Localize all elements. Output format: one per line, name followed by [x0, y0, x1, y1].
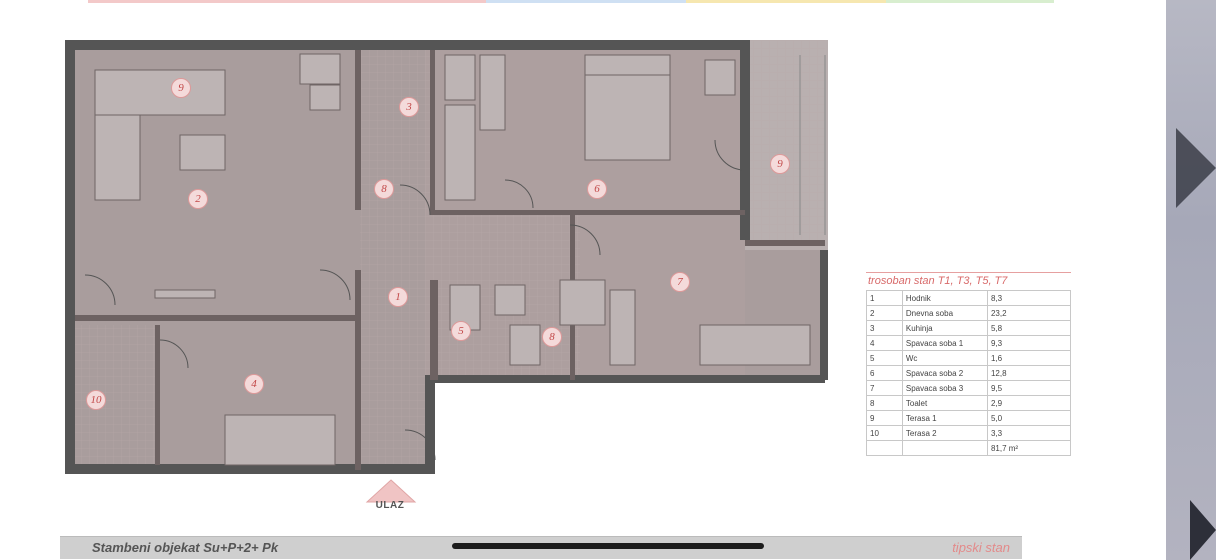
room-area: 8,3	[986, 290, 1072, 306]
room-no: 5	[866, 350, 903, 366]
room-marker-7-bedroom-3: 7	[670, 272, 690, 292]
room-area: 9,3	[986, 335, 1072, 351]
room-legend: trosoban stan T1, T3, T5, T7 1 Hodnik 8,3 …	[866, 272, 1072, 456]
table-row: 10 Terasa 2 3,3	[866, 425, 1072, 441]
room-no: 3	[866, 320, 903, 336]
room-marker-3-kitchen: 3	[399, 97, 419, 117]
table-row: 3 Kuhinja 5,8	[866, 320, 1072, 336]
table-row: 6 Spavaca soba 2 12,8	[866, 365, 1072, 381]
top-color-strip	[88, 0, 1054, 3]
room-marker-2-living-room: 2	[188, 189, 208, 209]
room-marker-9-terrace-2: 9	[770, 154, 790, 174]
entrance-label: ULAZ	[375, 500, 405, 511]
room-area: 3,3	[986, 425, 1072, 441]
room-area: 9,5	[986, 380, 1072, 396]
room-name: Dnevna soba	[901, 305, 988, 321]
room-name: Kuhinja	[901, 320, 988, 336]
table-row: 1 Hodnik 8,3	[866, 290, 1072, 306]
total-row: 81,7 m²	[866, 440, 1072, 456]
room-area: 1,6	[986, 350, 1072, 366]
room-marker-5-wc: 5	[451, 321, 471, 341]
table-row: 2 Dnevna soba 23,2	[866, 305, 1072, 321]
room-area: 2,9	[986, 395, 1072, 411]
room-no: 4	[866, 335, 903, 351]
table-row: 4 Spavaca soba 1 9,3	[866, 335, 1072, 351]
empty-cell	[901, 440, 988, 456]
room-area: 12,8	[986, 365, 1072, 381]
room-marker-8-toilet-2: 8	[542, 327, 562, 347]
document-page: 9 3 2 8 6 9 1 7 5 8 4 10 ULAZ trosoban s…	[0, 0, 1166, 560]
room-no: 1	[866, 290, 903, 306]
table-row: 5 Wc 1,6	[866, 350, 1072, 366]
unit-type-label: tipski stan	[952, 540, 1010, 555]
table-row: 9 Terasa 1 5,0	[866, 410, 1072, 426]
room-no: 7	[866, 380, 903, 396]
room-no: 6	[866, 365, 903, 381]
room-name: Spavaca soba 2	[901, 365, 988, 381]
floor-plan: 9 3 2 8 6 9 1 7 5 8 4 10	[65, 40, 828, 474]
building-label: Stambeni objekat Su+P+2+ Pk	[92, 540, 279, 555]
room-area: 23,2	[986, 305, 1072, 321]
room-marker-10-terrace: 10	[86, 390, 106, 410]
legend-title: trosoban stan T1, T3, T5, T7	[866, 272, 1071, 290]
page-scroll-indicator[interactable]	[452, 543, 764, 549]
room-area: 5,0	[986, 410, 1072, 426]
room-no: 10	[866, 425, 903, 441]
strip-segment-blue	[486, 0, 686, 3]
strip-segment-yellow	[686, 0, 886, 3]
room-name: Spavaca soba 1	[901, 335, 988, 351]
floor-plan-drawing	[65, 40, 828, 474]
room-marker-6-bedroom-2: 6	[587, 179, 607, 199]
room-area: 5,8	[986, 320, 1072, 336]
room-marker-8-toilet-1: 8	[374, 179, 394, 199]
table-row: 8 Toalet 2,9	[866, 395, 1072, 411]
decorative-shape	[1176, 128, 1216, 208]
total-area: 81,7 m²	[986, 440, 1072, 456]
room-name: Spavaca soba 3	[901, 380, 988, 396]
room-marker-4-bedroom-1: 4	[244, 374, 264, 394]
room-name: Terasa 2	[901, 425, 988, 441]
room-no: 2	[866, 305, 903, 321]
strip-segment-green	[886, 0, 1054, 3]
room-no: 8	[866, 395, 903, 411]
legend-table: 1 Hodnik 8,3 2 Dnevna soba 23,2 3 Kuhinja 5,8 …	[866, 290, 1072, 456]
room-marker-1-hallway: 1	[388, 287, 408, 307]
strip-segment-pink	[88, 0, 486, 3]
empty-cell	[866, 440, 903, 456]
room-name: Terasa 1	[901, 410, 988, 426]
room-marker-9-terrace-1: 9	[171, 78, 191, 98]
room-name: Wc	[901, 350, 988, 366]
decorative-shape	[1190, 500, 1216, 560]
table-row: 7 Spavaca soba 3 9,5	[866, 380, 1072, 396]
room-name: Toalet	[901, 395, 988, 411]
room-no: 9	[866, 410, 903, 426]
room-name: Hodnik	[901, 290, 988, 306]
adjacent-page-edge	[1166, 0, 1216, 560]
